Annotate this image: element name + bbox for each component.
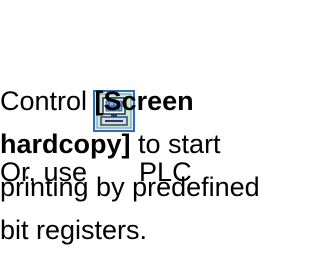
text-control: Control xyxy=(0,86,95,116)
text-bit-registers: bit registers. xyxy=(0,215,148,245)
text-to-start: to start xyxy=(130,129,221,159)
text-line-2: Control [Screen xyxy=(0,84,194,118)
text-screen-bold: [Screen xyxy=(94,86,194,116)
text-line-5: bit registers. xyxy=(0,213,147,247)
text-printing: printing by predefined xyxy=(0,172,260,202)
text-line-3: hardcopy] to start xyxy=(0,127,221,161)
text-hardcopy-bold: hardcopy] xyxy=(0,129,131,159)
help-text-block: Or, use PLC Control [Screen hardcopy] to… xyxy=(0,0,331,271)
plc-control-icon xyxy=(93,22,136,132)
text-line-4: printing by predefined xyxy=(0,170,260,204)
